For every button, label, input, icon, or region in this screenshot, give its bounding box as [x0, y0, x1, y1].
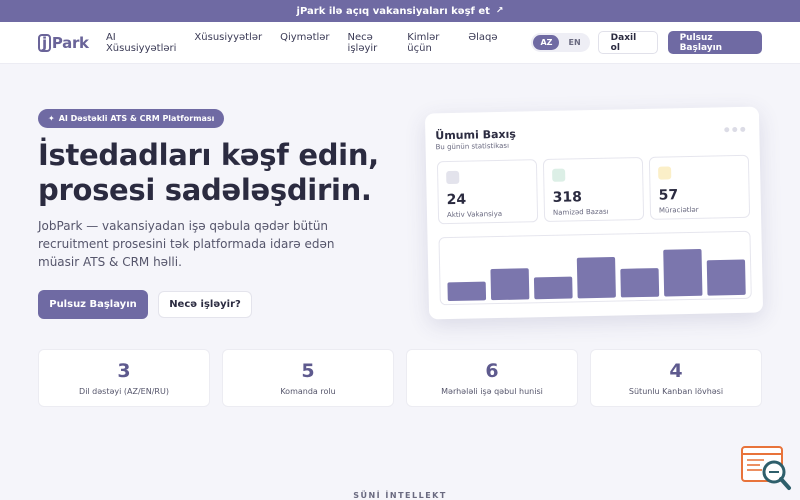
hero-title-line-2: prosesi sadələşdirin.: [38, 173, 372, 207]
feature-card-roles: 5 Komanda rolu: [222, 349, 394, 407]
feature-card-funnel: 6 Mərhələli işə qəbul hunisi: [406, 349, 578, 407]
bar-4: [576, 257, 616, 299]
navbar: j Park AI Xüsusiyyətləri Xüsusiyyətlər Qi…: [0, 22, 800, 64]
dashboard-bar-chart: [438, 230, 752, 306]
stat-card-vacancies: 24 Aktiv Vakansiya: [436, 159, 539, 225]
nav-link-how-it-works[interactable]: Necə işləyir: [348, 32, 390, 54]
bar-3: [533, 276, 573, 300]
briefcase-icon: [446, 170, 460, 185]
login-button[interactable]: Daxil ol: [597, 31, 658, 54]
nav-link-pricing[interactable]: Qiymətlər: [280, 32, 329, 54]
bar-7: [706, 259, 746, 296]
stat-card-candidates: 318 Namizəd Bazası: [542, 156, 645, 223]
announcement-bar[interactable]: jPark ilə açıq vakansiyaları kəşf et ↗: [0, 0, 800, 22]
feature-value: 5: [301, 360, 315, 382]
stat-card-applications: 57 Müraciətlər: [648, 154, 751, 220]
bar-5: [620, 268, 660, 298]
nav-link-features[interactable]: Xüsusiyyətlər: [194, 32, 262, 54]
sparkle-icon: ✦: [48, 114, 55, 123]
feature-value: 4: [669, 360, 683, 382]
nav-signup-button[interactable]: Pulsuz Başlayın: [667, 31, 762, 54]
dashboard-subtitle: Bu günün statistikası: [435, 141, 510, 152]
hero-subtitle: JobPark — vakansiyadan işə qəbula qədər …: [38, 219, 335, 269]
search-document-icon[interactable]: [740, 445, 792, 491]
nav-link-contact[interactable]: Əlaqə: [468, 32, 497, 54]
bar-2: [490, 268, 530, 301]
stat-label: Müraciətlər: [658, 205, 699, 215]
feature-label: Dil dəstəyi (AZ/EN/RU): [79, 387, 169, 396]
feature-label: Sütunlu Kanban lövhəsi: [628, 387, 724, 396]
feature-card-kanban: 4 Sütunlu Kanban lövhəsi: [590, 349, 762, 407]
users-icon: [552, 168, 566, 182]
logo-mark: j: [38, 33, 51, 52]
language-switcher: AZ EN: [531, 33, 590, 52]
logo-text: Park: [51, 33, 89, 52]
bar-chart-svg: [447, 248, 746, 302]
announcement-text: jPark ilə açıq vakansiyaları kəşf et: [296, 5, 490, 17]
feature-value: 3: [117, 360, 131, 382]
stat-value: 24: [446, 191, 467, 209]
stat-label: Namizəd Bazası: [552, 207, 609, 217]
hero-badge: ✦ AI Dəstəkli ATS & CRM Platforması: [38, 109, 225, 128]
feature-label: Komanda rolu: [280, 387, 336, 396]
hero-signup-button[interactable]: Pulsuz Başlayın: [38, 290, 148, 319]
dashboard-title: Ümumi Baxış: [435, 127, 516, 143]
lang-az-button[interactable]: AZ: [533, 35, 560, 50]
dashboard-preview-card: Ümumi Baxış Bu günün statistikası 24 Akt…: [424, 106, 764, 320]
main-menu: AI Xüsusiyyətləri Xüsusiyyətlər Qiymətlə…: [106, 32, 498, 54]
nav-link-ai-features[interactable]: AI Xüsusiyyətləri: [106, 32, 176, 54]
window-dots-icon: [724, 126, 746, 133]
how-it-works-button[interactable]: Necə işləyir?: [158, 291, 252, 318]
next-section-label: SÜNİ İNTELLEKT: [353, 491, 447, 500]
stat-label: Aktiv Vakansiya: [446, 209, 503, 220]
feature-value: 6: [485, 360, 499, 382]
bar-6: [663, 248, 703, 297]
logo[interactable]: j Park: [38, 33, 106, 52]
nav-link-for-whom[interactable]: Kimlər üçün: [407, 32, 450, 54]
stat-value: 57: [658, 187, 679, 204]
hero-title-line-1: İstedadları kəşf edin,: [38, 138, 379, 172]
bar-1: [447, 281, 487, 302]
stat-value: 318: [552, 189, 583, 206]
external-link-icon: ↗: [495, 6, 504, 16]
lang-en-button[interactable]: EN: [561, 35, 587, 50]
hero-badge-text: AI Dəstəkli ATS & CRM Platforması: [58, 114, 215, 123]
feature-card-languages: 3 Dil dəstəyi (AZ/EN/RU): [38, 349, 210, 407]
inbox-icon: [658, 166, 672, 180]
hero-title: İstedadları kəşf edin, prosesi sadələşdi…: [38, 138, 418, 208]
feature-label: Mərhələli işə qəbul hunisi: [441, 387, 543, 396]
